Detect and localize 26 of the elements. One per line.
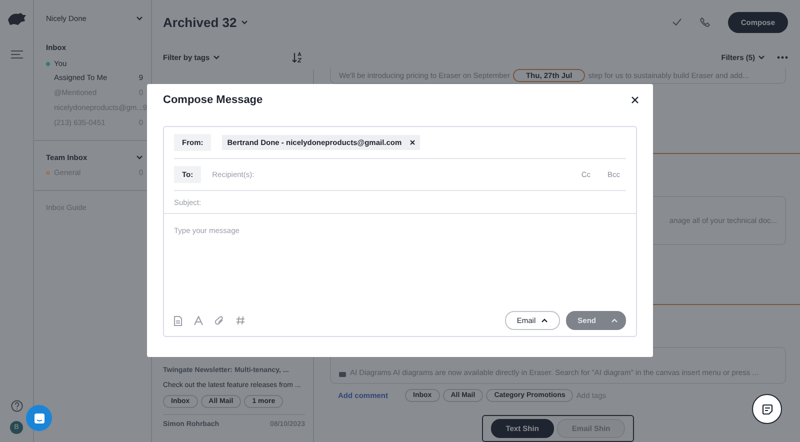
chevron-down-icon bbox=[136, 16, 143, 21]
hashtag-icon[interactable] bbox=[236, 316, 245, 325]
dialog-title: Compose Message bbox=[163, 94, 263, 106]
note-icon bbox=[762, 404, 772, 414]
notes-button[interactable] bbox=[752, 394, 782, 424]
check-icon[interactable] bbox=[672, 18, 682, 26]
logo-icon[interactable] bbox=[6, 12, 26, 26]
menu-icon[interactable] bbox=[10, 50, 22, 59]
more-icon[interactable] bbox=[777, 56, 788, 58]
sort-icon[interactable] bbox=[292, 52, 302, 62]
chevron-down-icon bbox=[240, 20, 248, 24]
phone-icon[interactable] bbox=[700, 17, 710, 27]
caret-icon bbox=[540, 318, 548, 323]
chat-icon bbox=[34, 412, 44, 424]
folder-title[interactable]: Archived 32 bbox=[163, 14, 237, 30]
chevron-down-icon bbox=[136, 155, 143, 160]
close-icon[interactable] bbox=[631, 96, 639, 104]
paperclip-icon[interactable] bbox=[215, 316, 224, 326]
remove-icon[interactable] bbox=[410, 140, 415, 145]
help-icon[interactable] bbox=[10, 400, 22, 412]
text-format-icon[interactable] bbox=[194, 316, 203, 325]
chevron-down-icon bbox=[758, 54, 765, 60]
chat-button[interactable] bbox=[26, 405, 52, 431]
document-icon[interactable] bbox=[174, 316, 182, 326]
caret-icon bbox=[611, 318, 618, 323]
chevron-down-icon bbox=[212, 54, 220, 60]
